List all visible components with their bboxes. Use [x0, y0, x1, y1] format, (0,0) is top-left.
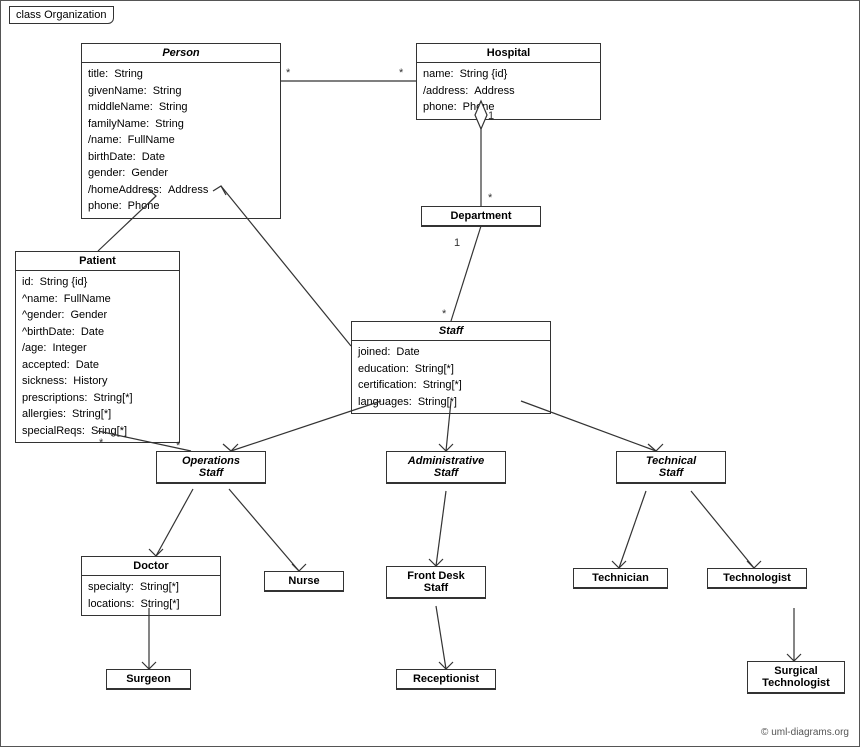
doctor-title: Doctor — [82, 557, 220, 576]
class-technical-staff: TechnicalStaff — [616, 451, 726, 484]
class-person: Person title:String givenName:String mid… — [81, 43, 281, 219]
class-doctor: Doctor specialty:String[*] locations:Str… — [81, 556, 221, 616]
class-front-desk-staff: Front DeskStaff — [386, 566, 486, 599]
operations-staff-title: OperationsStaff — [157, 452, 265, 483]
department-title: Department — [422, 207, 540, 226]
surgical-technologist-title: SurgicalTechnologist — [748, 662, 844, 693]
person-title: Person — [82, 44, 280, 63]
staff-title: Staff — [352, 322, 550, 341]
svg-text:*: * — [488, 192, 493, 204]
patient-attrs: id:String {id} ^name:FullName ^gender:Ge… — [16, 271, 179, 442]
class-operations-staff: OperationsStaff — [156, 451, 266, 484]
doctor-attrs: specialty:String[*] locations:String[*] — [82, 576, 220, 615]
copyright-text: © uml-diagrams.org — [761, 727, 849, 738]
svg-text:*: * — [286, 67, 291, 79]
technologist-title: Technologist — [708, 569, 806, 588]
person-attrs: title:String givenName:String middleName… — [82, 63, 280, 218]
hospital-title: Hospital — [417, 44, 600, 63]
surgeon-title: Surgeon — [107, 670, 190, 689]
patient-title: Patient — [16, 252, 179, 271]
class-surgeon: Surgeon — [106, 669, 191, 690]
receptionist-title: Receptionist — [397, 670, 495, 689]
front-desk-staff-title: Front DeskStaff — [387, 567, 485, 598]
technician-title: Technician — [574, 569, 667, 588]
diagram-title: class Organization — [9, 6, 114, 24]
technical-staff-title: TechnicalStaff — [617, 452, 725, 483]
staff-attrs: joined:Date education:String[*] certific… — [352, 341, 550, 413]
class-receptionist: Receptionist — [396, 669, 496, 690]
svg-text:*: * — [442, 308, 447, 320]
diagram-container: class Organization Person title:String g… — [0, 0, 860, 747]
class-patient: Patient id:String {id} ^name:FullName ^g… — [15, 251, 180, 443]
class-staff: Staff joined:Date education:String[*] ce… — [351, 321, 551, 414]
svg-text:1: 1 — [454, 237, 460, 249]
class-nurse: Nurse — [264, 571, 344, 592]
class-technologist: Technologist — [707, 568, 807, 589]
class-technician: Technician — [573, 568, 668, 589]
class-hospital: Hospital name:String {id} /address:Addre… — [416, 43, 601, 120]
class-surgical-technologist: SurgicalTechnologist — [747, 661, 845, 694]
class-department: Department — [421, 206, 541, 227]
hospital-attrs: name:String {id} /address:Address phone:… — [417, 63, 600, 119]
administrative-staff-title: AdministrativeStaff — [387, 452, 505, 483]
class-administrative-staff: AdministrativeStaff — [386, 451, 506, 484]
svg-text:*: * — [399, 67, 404, 79]
nurse-title: Nurse — [265, 572, 343, 591]
